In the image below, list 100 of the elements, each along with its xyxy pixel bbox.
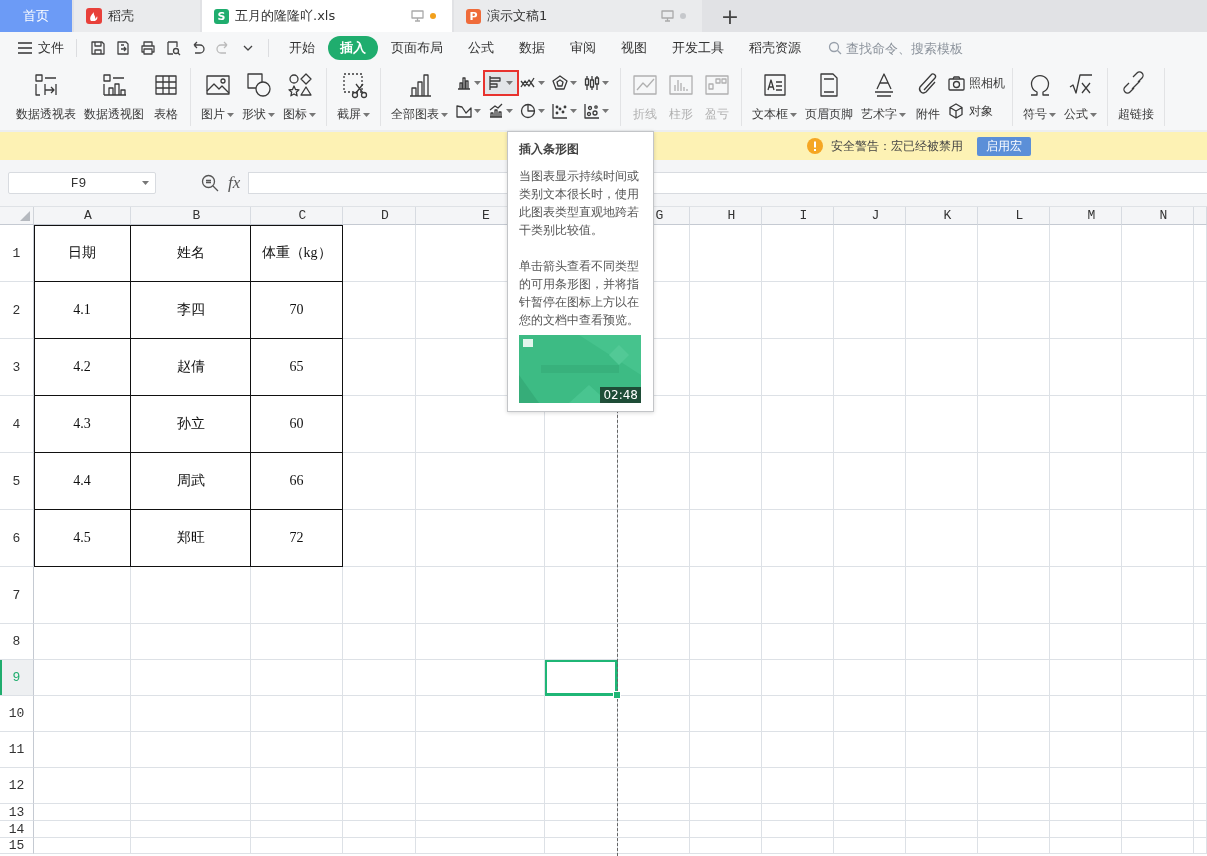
ribbon-button[interactable]: 艺术字 bbox=[858, 69, 909, 125]
table-cell bbox=[762, 768, 834, 804]
file-type-badge: S bbox=[214, 8, 229, 24]
row-header[interactable]: 4 bbox=[0, 396, 34, 453]
table-cell bbox=[978, 567, 1050, 624]
ribbon-tab[interactable]: 开始 bbox=[277, 36, 327, 60]
ribbon-button[interactable]: 文本框 bbox=[749, 69, 800, 125]
column-header[interactable]: M bbox=[1050, 207, 1122, 225]
table-cell bbox=[618, 696, 690, 732]
ribbon-button[interactable]: 图标 bbox=[280, 69, 319, 125]
ribbon-button[interactable]: 数据透视表 bbox=[13, 69, 79, 125]
column-header[interactable]: H bbox=[690, 207, 762, 225]
table-cell bbox=[1050, 339, 1122, 396]
fill-handle[interactable] bbox=[613, 691, 621, 699]
table-cell bbox=[1194, 696, 1207, 732]
document-tab[interactable]: 稻壳 bbox=[74, 0, 200, 32]
name-box[interactable]: F9 bbox=[8, 172, 156, 194]
row-header[interactable]: 12 bbox=[0, 768, 34, 804]
table-cell bbox=[1050, 838, 1122, 854]
chart-type-button[interactable] bbox=[485, 72, 517, 94]
table-cell bbox=[618, 804, 690, 821]
table-cell bbox=[690, 339, 762, 396]
table-cell bbox=[1194, 732, 1207, 768]
table-cell bbox=[1050, 453, 1122, 510]
column-header[interactable]: L bbox=[978, 207, 1050, 225]
ribbon-tab[interactable]: 稻壳资源 bbox=[737, 36, 813, 60]
ribbon-tab[interactable]: 视图 bbox=[609, 36, 659, 60]
ribbon-tab[interactable]: 开发工具 bbox=[660, 36, 736, 60]
table-cell bbox=[978, 821, 1050, 838]
document-tab[interactable]: S 五月的隆隆吖.xls bbox=[202, 0, 452, 32]
row-header[interactable]: 10 bbox=[0, 696, 34, 732]
monitor-icon bbox=[661, 10, 674, 22]
ribbon-button[interactable]: 公式 bbox=[1061, 69, 1100, 125]
search-field[interactable]: 查找命令、搜索模板 bbox=[828, 40, 1006, 56]
ribbon-tab[interactable]: 数据 bbox=[507, 36, 557, 60]
table-cell bbox=[1122, 567, 1194, 624]
ribbon-button[interactable]: 页眉页脚 bbox=[802, 69, 856, 125]
file-menu-button[interactable]: 文件 bbox=[14, 39, 68, 57]
ribbon-button[interactable]: 图片 bbox=[198, 69, 237, 125]
column-header[interactable]: C bbox=[251, 207, 343, 225]
selected-cell[interactable] bbox=[545, 660, 618, 696]
column-chart-icon bbox=[456, 75, 472, 91]
table-cell bbox=[906, 804, 978, 821]
row-header[interactable]: 14 bbox=[0, 821, 34, 838]
table-cell bbox=[1050, 624, 1122, 660]
table-cell bbox=[1194, 396, 1207, 453]
column-header[interactable]: I bbox=[762, 207, 834, 225]
pivot-table-icon bbox=[32, 71, 60, 99]
ribbon-button[interactable]: 数据透视图 bbox=[81, 69, 147, 125]
function-label[interactable]: fx bbox=[228, 173, 241, 193]
row-header[interactable]: 7 bbox=[0, 567, 34, 624]
scatter-chart-icon bbox=[552, 103, 568, 119]
ribbon-button[interactable]: 超链接 bbox=[1115, 69, 1157, 125]
table-cell bbox=[834, 225, 906, 282]
table-cell bbox=[690, 453, 762, 510]
column-header[interactable]: B bbox=[131, 207, 251, 225]
table-cell bbox=[762, 510, 834, 567]
area-chart-icon bbox=[456, 103, 472, 119]
column-header[interactable]: D bbox=[343, 207, 416, 225]
column-header[interactable]: N bbox=[1122, 207, 1194, 225]
table-cell bbox=[1194, 567, 1207, 624]
row-header[interactable]: 11 bbox=[0, 732, 34, 768]
ribbon-button[interactable]: 对象 bbox=[947, 100, 1005, 122]
table-cell: 4.5 bbox=[34, 510, 131, 567]
row-header[interactable]: 8 bbox=[0, 624, 34, 660]
table-cell: 日期 bbox=[34, 225, 131, 282]
row-header[interactable]: 5 bbox=[0, 453, 34, 510]
ribbon-button[interactable]: 全部图表 bbox=[388, 69, 451, 125]
ribbon-button[interactable]: 符号 bbox=[1020, 69, 1059, 125]
row-header[interactable]: 3 bbox=[0, 339, 34, 396]
table-cell bbox=[1122, 510, 1194, 567]
new-tab-button[interactable]: + bbox=[710, 0, 750, 32]
column-header[interactable]: A bbox=[34, 207, 131, 225]
document-tab[interactable]: P 演示文稿1 bbox=[454, 0, 702, 32]
ribbon-button[interactable]: 附件 bbox=[911, 69, 945, 125]
row-header[interactable]: 2 bbox=[0, 282, 34, 339]
row-header[interactable]: 1 bbox=[0, 225, 34, 282]
table-cell bbox=[978, 838, 1050, 854]
table-cell bbox=[618, 567, 690, 624]
column-header[interactable]: J bbox=[834, 207, 906, 225]
table-cell bbox=[906, 567, 978, 624]
table-cell bbox=[690, 768, 762, 804]
ribbon-button[interactable]: 形状 bbox=[239, 69, 278, 125]
table-cell bbox=[618, 510, 690, 567]
row-header[interactable]: 6 bbox=[0, 510, 34, 567]
column-header[interactable]: K bbox=[906, 207, 978, 225]
tooltip-title: 插入条形图 bbox=[519, 141, 580, 158]
ribbon-tab[interactable]: 审阅 bbox=[558, 36, 608, 60]
table-cell bbox=[690, 510, 762, 567]
table-cell bbox=[762, 339, 834, 396]
table-cell bbox=[834, 282, 906, 339]
ribbon-button[interactable]: 照相机 bbox=[947, 72, 1005, 94]
ribbon-button[interactable]: 截屏 bbox=[334, 69, 373, 125]
table-cell: 4.3 bbox=[34, 396, 131, 453]
ribbon-tab[interactable]: 页面布局 bbox=[379, 36, 455, 60]
table-cell bbox=[1194, 768, 1207, 804]
row-header[interactable]: 15 bbox=[0, 838, 34, 854]
row-header[interactable]: 13 bbox=[0, 804, 34, 821]
ribbon-tab[interactable]: 公式 bbox=[456, 36, 506, 60]
ribbon-button[interactable]: 表格 bbox=[149, 69, 183, 125]
